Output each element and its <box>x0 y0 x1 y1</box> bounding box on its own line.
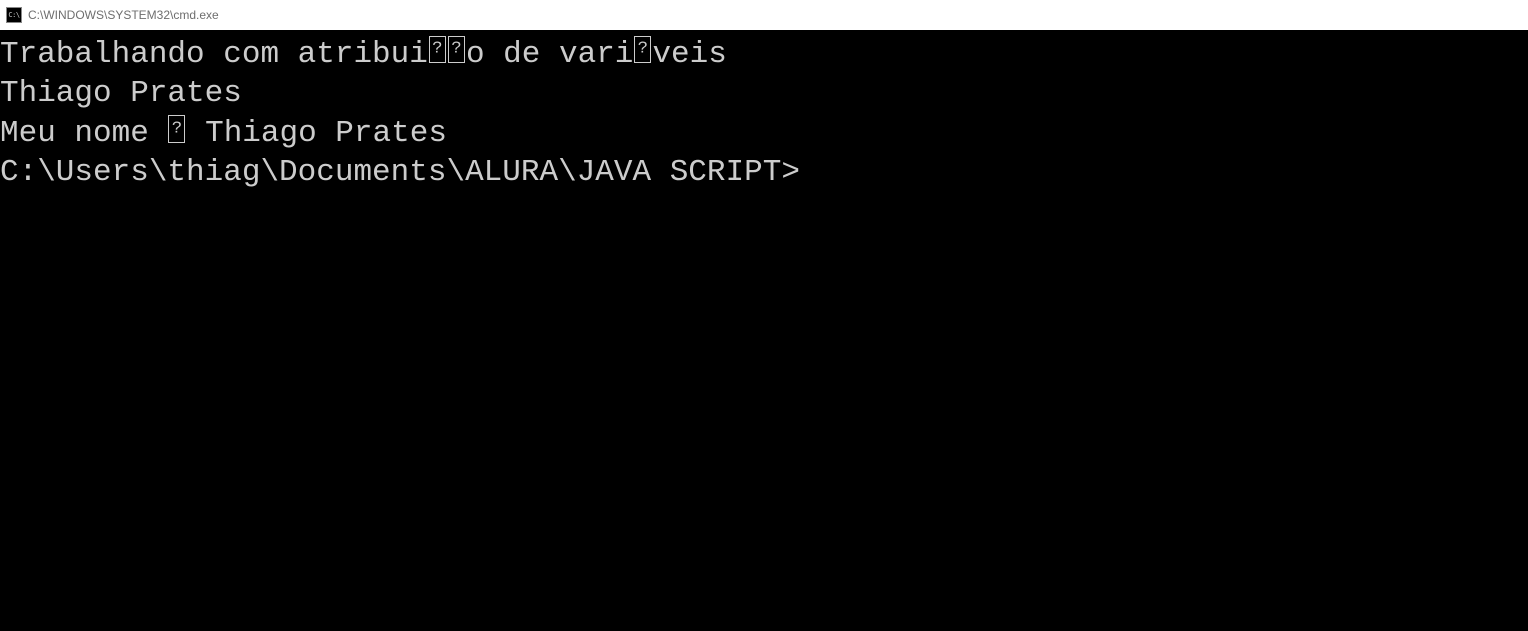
unknown-char-icon <box>448 36 465 64</box>
cmd-icon-label: C:\ <box>8 12 19 19</box>
cmd-icon: C:\ <box>6 7 22 23</box>
output-text: veis <box>652 37 726 72</box>
unknown-char-icon <box>168 115 185 143</box>
output-line: Thiago Prates <box>0 75 1528 114</box>
prompt-line: C:\Users\thiag\Documents\ALURA\JAVA SCRI… <box>0 154 1528 193</box>
output-text: o de vari <box>466 37 633 72</box>
output-text: Meu nome <box>0 116 167 151</box>
terminal-output[interactable]: Trabalhando com atribuio de variveisThia… <box>0 30 1528 631</box>
output-line: Meu nome Thiago Prates <box>0 113 1528 154</box>
window-titlebar[interactable]: C:\ C:\WINDOWS\SYSTEM32\cmd.exe <box>0 0 1528 30</box>
output-line: Trabalhando com atribui o de vari veis <box>0 34 1528 75</box>
output-text: Trabalhando com atribui <box>0 37 428 72</box>
unknown-char-icon <box>429 36 446 64</box>
unknown-char-icon <box>634 36 651 64</box>
window-title: C:\WINDOWS\SYSTEM32\cmd.exe <box>28 8 219 22</box>
output-text: Thiago Prates <box>186 116 446 151</box>
